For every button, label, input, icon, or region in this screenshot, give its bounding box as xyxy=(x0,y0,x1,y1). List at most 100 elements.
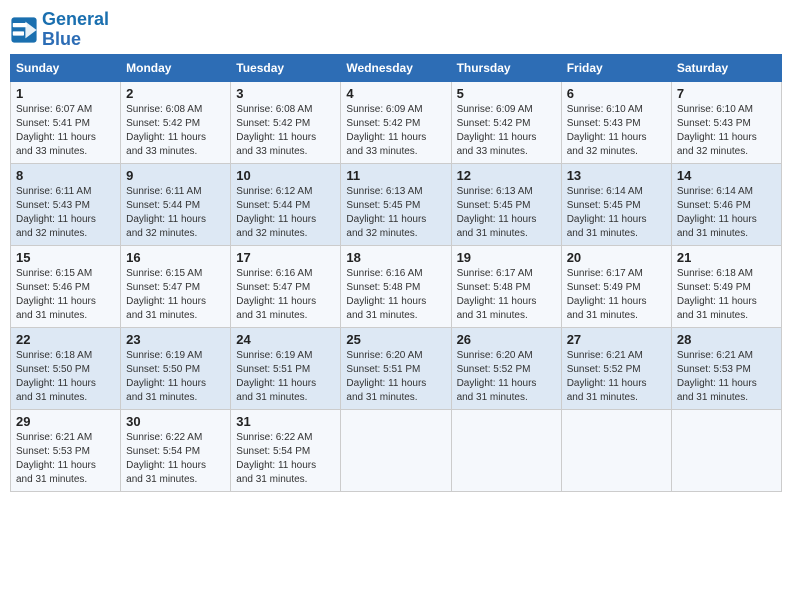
calendar-cell: 25 Sunrise: 6:20 AM Sunset: 5:51 PM Dayl… xyxy=(341,327,451,409)
day-info: Sunrise: 6:15 AM Sunset: 5:47 PM Dayligh… xyxy=(126,267,225,323)
calendar-cell: 3 Sunrise: 6:08 AM Sunset: 5:42 PM Dayli… xyxy=(231,81,341,163)
day-info: Sunrise: 6:18 AM Sunset: 5:49 PM Dayligh… xyxy=(677,267,776,323)
day-number: 2 xyxy=(126,86,225,101)
day-info: Sunrise: 6:11 AM Sunset: 5:44 PM Dayligh… xyxy=(126,185,225,241)
calendar-cell: 28 Sunrise: 6:21 AM Sunset: 5:53 PM Dayl… xyxy=(671,327,781,409)
day-number: 28 xyxy=(677,332,776,347)
day-info: Sunrise: 6:15 AM Sunset: 5:46 PM Dayligh… xyxy=(16,267,115,323)
calendar-cell: 7 Sunrise: 6:10 AM Sunset: 5:43 PM Dayli… xyxy=(671,81,781,163)
calendar-header-thursday: Thursday xyxy=(451,54,561,81)
day-info: Sunrise: 6:13 AM Sunset: 5:45 PM Dayligh… xyxy=(457,185,556,241)
calendar-cell: 4 Sunrise: 6:09 AM Sunset: 5:42 PM Dayli… xyxy=(341,81,451,163)
calendar-cell: 18 Sunrise: 6:16 AM Sunset: 5:48 PM Dayl… xyxy=(341,245,451,327)
day-info: Sunrise: 6:08 AM Sunset: 5:42 PM Dayligh… xyxy=(236,103,335,159)
calendar-cell: 10 Sunrise: 6:12 AM Sunset: 5:44 PM Dayl… xyxy=(231,163,341,245)
day-info: Sunrise: 6:14 AM Sunset: 5:46 PM Dayligh… xyxy=(677,185,776,241)
logo: GeneralBlue xyxy=(10,10,109,50)
day-number: 13 xyxy=(567,168,666,183)
day-info: Sunrise: 6:22 AM Sunset: 5:54 PM Dayligh… xyxy=(126,431,225,487)
calendar-header-sunday: Sunday xyxy=(11,54,121,81)
day-info: Sunrise: 6:22 AM Sunset: 5:54 PM Dayligh… xyxy=(236,431,335,487)
day-info: Sunrise: 6:12 AM Sunset: 5:44 PM Dayligh… xyxy=(236,185,335,241)
calendar-cell: 15 Sunrise: 6:15 AM Sunset: 5:46 PM Dayl… xyxy=(11,245,121,327)
day-number: 31 xyxy=(236,414,335,429)
day-info: Sunrise: 6:21 AM Sunset: 5:53 PM Dayligh… xyxy=(677,349,776,405)
day-number: 6 xyxy=(567,86,666,101)
day-info: Sunrise: 6:14 AM Sunset: 5:45 PM Dayligh… xyxy=(567,185,666,241)
day-number: 16 xyxy=(126,250,225,265)
day-info: Sunrise: 6:10 AM Sunset: 5:43 PM Dayligh… xyxy=(567,103,666,159)
calendar-cell: 16 Sunrise: 6:15 AM Sunset: 5:47 PM Dayl… xyxy=(121,245,231,327)
calendar-cell: 19 Sunrise: 6:17 AM Sunset: 5:48 PM Dayl… xyxy=(451,245,561,327)
logo-icon xyxy=(10,16,38,44)
calendar-cell: 9 Sunrise: 6:11 AM Sunset: 5:44 PM Dayli… xyxy=(121,163,231,245)
day-number: 11 xyxy=(346,168,445,183)
day-number: 9 xyxy=(126,168,225,183)
day-number: 30 xyxy=(126,414,225,429)
calendar-cell: 14 Sunrise: 6:14 AM Sunset: 5:46 PM Dayl… xyxy=(671,163,781,245)
calendar-header-friday: Friday xyxy=(561,54,671,81)
calendar-cell: 22 Sunrise: 6:18 AM Sunset: 5:50 PM Dayl… xyxy=(11,327,121,409)
day-number: 5 xyxy=(457,86,556,101)
day-number: 27 xyxy=(567,332,666,347)
calendar-cell: 24 Sunrise: 6:19 AM Sunset: 5:51 PM Dayl… xyxy=(231,327,341,409)
calendar-week-1: 1 Sunrise: 6:07 AM Sunset: 5:41 PM Dayli… xyxy=(11,81,782,163)
day-number: 18 xyxy=(346,250,445,265)
calendar-header-monday: Monday xyxy=(121,54,231,81)
calendar-cell xyxy=(341,409,451,491)
day-number: 19 xyxy=(457,250,556,265)
calendar-cell: 13 Sunrise: 6:14 AM Sunset: 5:45 PM Dayl… xyxy=(561,163,671,245)
calendar-cell: 1 Sunrise: 6:07 AM Sunset: 5:41 PM Dayli… xyxy=(11,81,121,163)
calendar-cell xyxy=(561,409,671,491)
day-number: 22 xyxy=(16,332,115,347)
day-info: Sunrise: 6:16 AM Sunset: 5:47 PM Dayligh… xyxy=(236,267,335,323)
calendar-cell: 17 Sunrise: 6:16 AM Sunset: 5:47 PM Dayl… xyxy=(231,245,341,327)
calendar-cell: 6 Sunrise: 6:10 AM Sunset: 5:43 PM Dayli… xyxy=(561,81,671,163)
day-number: 14 xyxy=(677,168,776,183)
calendar-table: SundayMondayTuesdayWednesdayThursdayFrid… xyxy=(10,54,782,492)
day-info: Sunrise: 6:09 AM Sunset: 5:42 PM Dayligh… xyxy=(346,103,445,159)
calendar-cell: 11 Sunrise: 6:13 AM Sunset: 5:45 PM Dayl… xyxy=(341,163,451,245)
day-number: 7 xyxy=(677,86,776,101)
day-number: 3 xyxy=(236,86,335,101)
day-info: Sunrise: 6:19 AM Sunset: 5:50 PM Dayligh… xyxy=(126,349,225,405)
page-header: GeneralBlue xyxy=(10,10,782,50)
day-info: Sunrise: 6:13 AM Sunset: 5:45 PM Dayligh… xyxy=(346,185,445,241)
calendar-cell: 27 Sunrise: 6:21 AM Sunset: 5:52 PM Dayl… xyxy=(561,327,671,409)
day-info: Sunrise: 6:17 AM Sunset: 5:48 PM Dayligh… xyxy=(457,267,556,323)
logo-text: GeneralBlue xyxy=(42,10,109,50)
day-number: 24 xyxy=(236,332,335,347)
calendar-cell: 2 Sunrise: 6:08 AM Sunset: 5:42 PM Dayli… xyxy=(121,81,231,163)
day-number: 4 xyxy=(346,86,445,101)
calendar-cell: 29 Sunrise: 6:21 AM Sunset: 5:53 PM Dayl… xyxy=(11,409,121,491)
calendar-header-saturday: Saturday xyxy=(671,54,781,81)
day-info: Sunrise: 6:09 AM Sunset: 5:42 PM Dayligh… xyxy=(457,103,556,159)
day-info: Sunrise: 6:18 AM Sunset: 5:50 PM Dayligh… xyxy=(16,349,115,405)
day-number: 15 xyxy=(16,250,115,265)
day-number: 23 xyxy=(126,332,225,347)
calendar-week-4: 22 Sunrise: 6:18 AM Sunset: 5:50 PM Dayl… xyxy=(11,327,782,409)
day-info: Sunrise: 6:20 AM Sunset: 5:51 PM Dayligh… xyxy=(346,349,445,405)
calendar-week-5: 29 Sunrise: 6:21 AM Sunset: 5:53 PM Dayl… xyxy=(11,409,782,491)
day-number: 25 xyxy=(346,332,445,347)
calendar-cell: 31 Sunrise: 6:22 AM Sunset: 5:54 PM Dayl… xyxy=(231,409,341,491)
calendar-cell: 26 Sunrise: 6:20 AM Sunset: 5:52 PM Dayl… xyxy=(451,327,561,409)
calendar-cell: 23 Sunrise: 6:19 AM Sunset: 5:50 PM Dayl… xyxy=(121,327,231,409)
calendar-cell: 21 Sunrise: 6:18 AM Sunset: 5:49 PM Dayl… xyxy=(671,245,781,327)
calendar-header-row: SundayMondayTuesdayWednesdayThursdayFrid… xyxy=(11,54,782,81)
day-number: 12 xyxy=(457,168,556,183)
day-info: Sunrise: 6:17 AM Sunset: 5:49 PM Dayligh… xyxy=(567,267,666,323)
day-number: 21 xyxy=(677,250,776,265)
day-number: 8 xyxy=(16,168,115,183)
calendar-header-tuesday: Tuesday xyxy=(231,54,341,81)
calendar-cell xyxy=(451,409,561,491)
calendar-header-wednesday: Wednesday xyxy=(341,54,451,81)
calendar-cell: 8 Sunrise: 6:11 AM Sunset: 5:43 PM Dayli… xyxy=(11,163,121,245)
calendar-cell: 5 Sunrise: 6:09 AM Sunset: 5:42 PM Dayli… xyxy=(451,81,561,163)
day-info: Sunrise: 6:19 AM Sunset: 5:51 PM Dayligh… xyxy=(236,349,335,405)
day-number: 29 xyxy=(16,414,115,429)
day-info: Sunrise: 6:08 AM Sunset: 5:42 PM Dayligh… xyxy=(126,103,225,159)
calendar-week-2: 8 Sunrise: 6:11 AM Sunset: 5:43 PM Dayli… xyxy=(11,163,782,245)
day-number: 10 xyxy=(236,168,335,183)
day-info: Sunrise: 6:21 AM Sunset: 5:52 PM Dayligh… xyxy=(567,349,666,405)
